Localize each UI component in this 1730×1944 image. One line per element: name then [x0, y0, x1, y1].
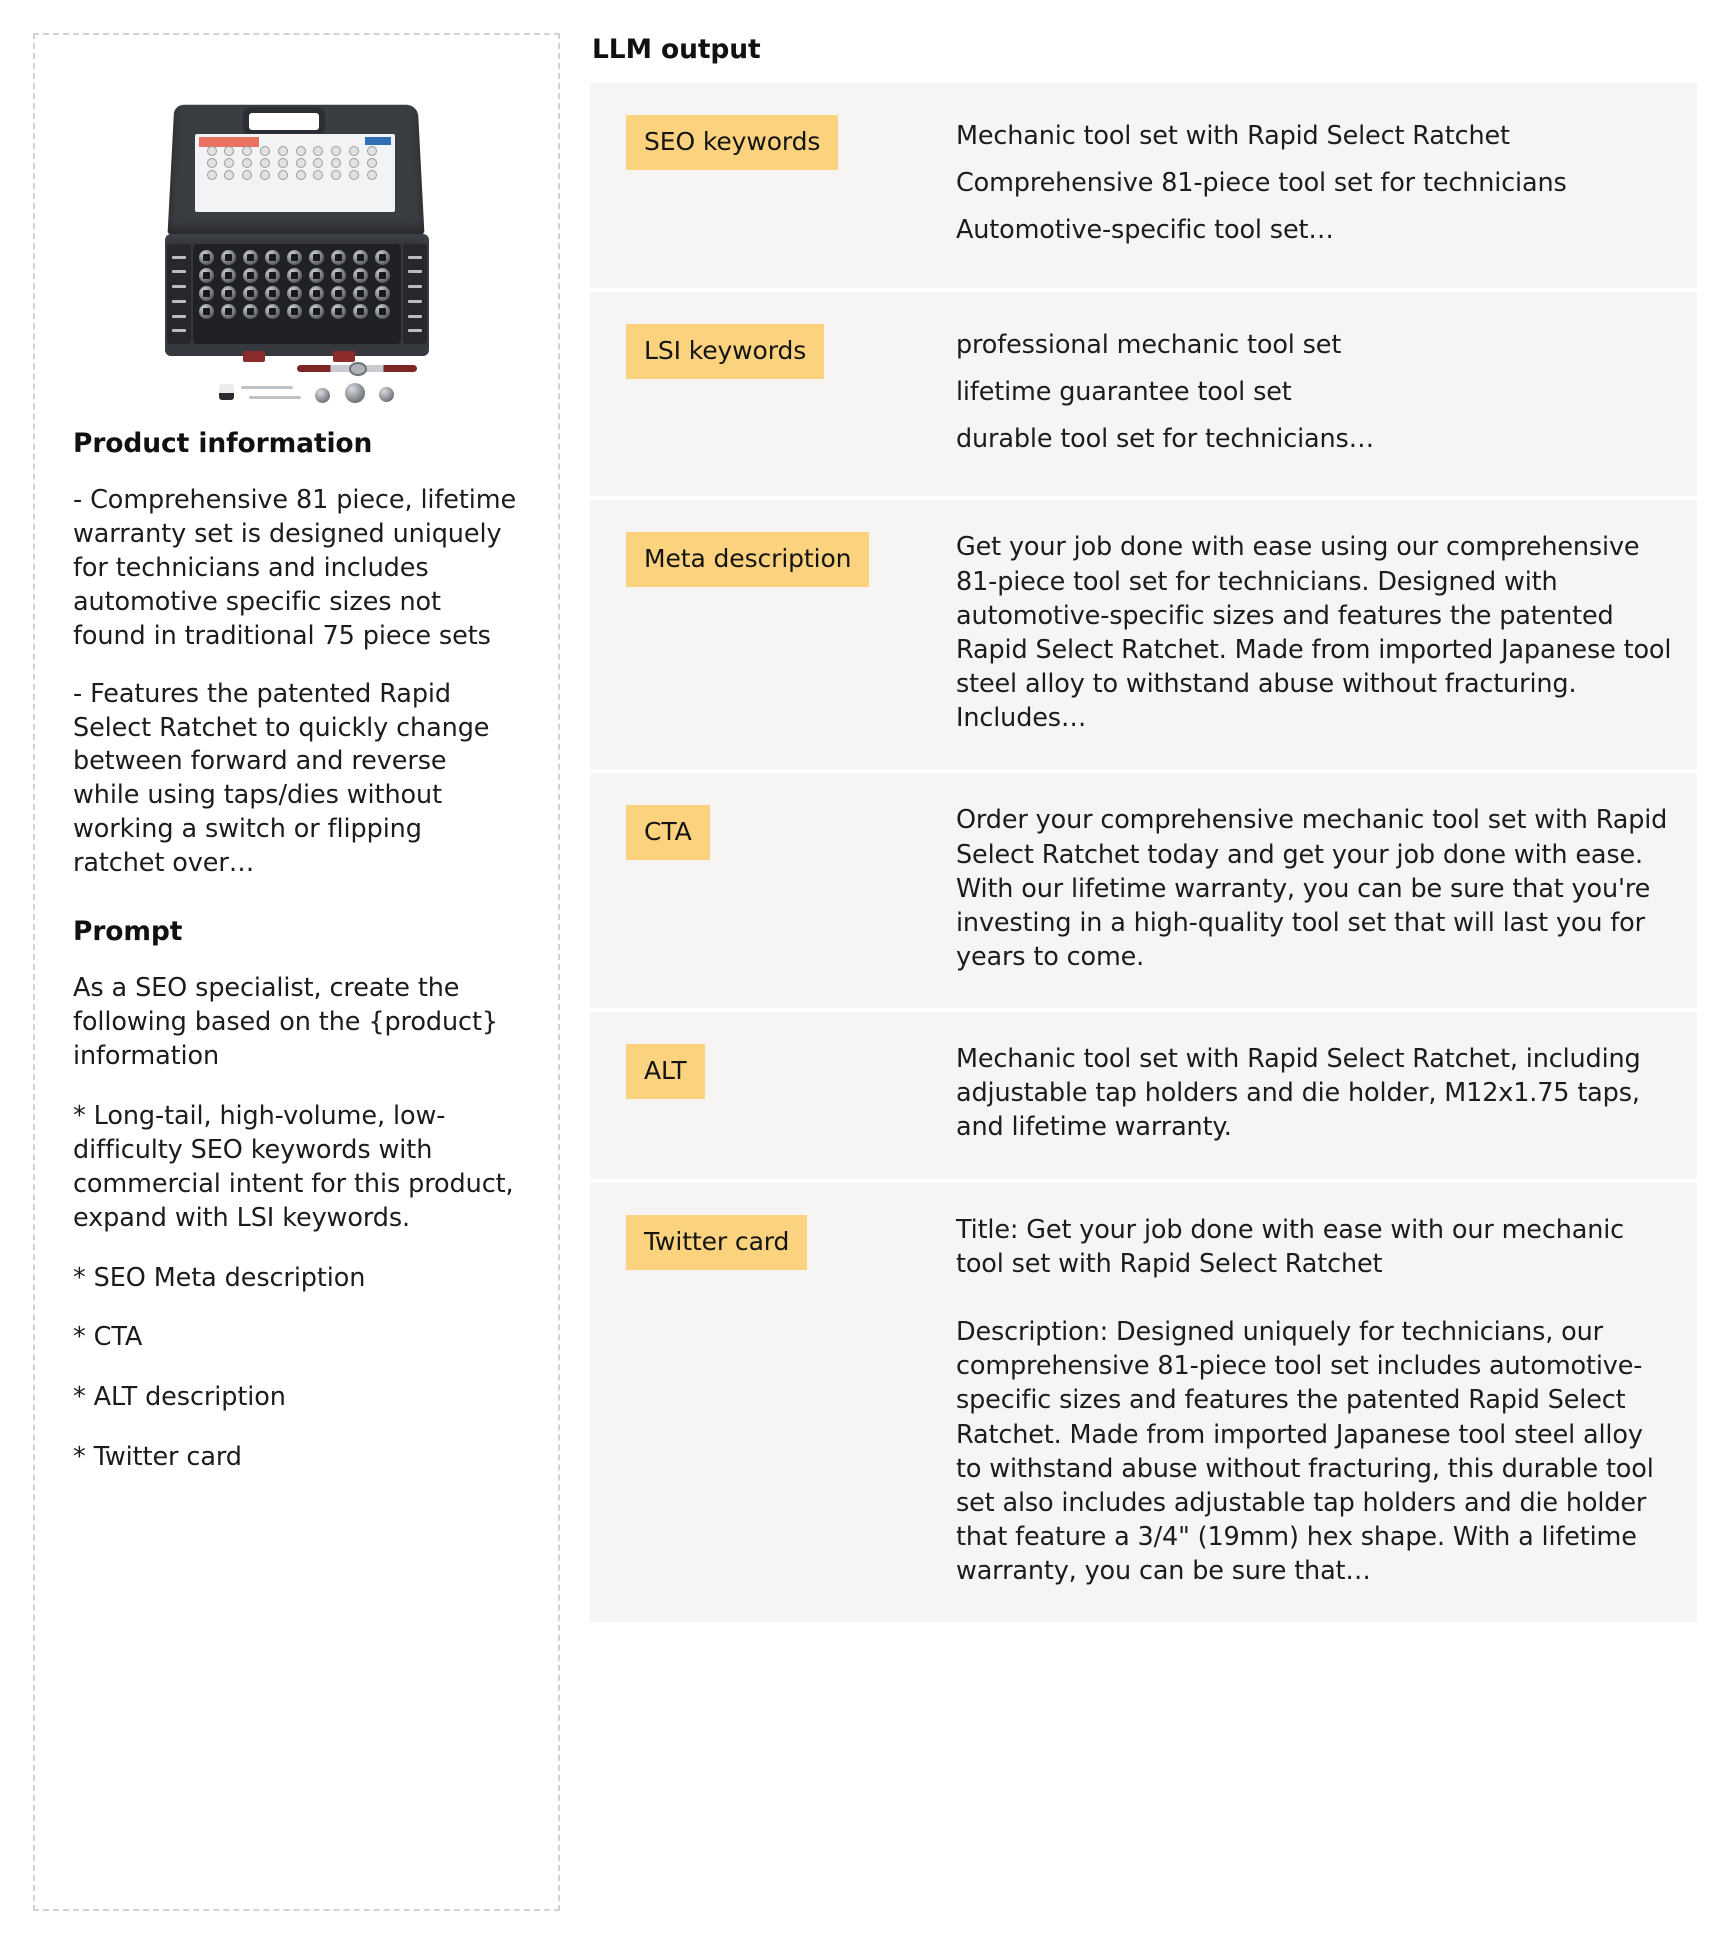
output-row-content: Order your comprehensive mechanic tool s… — [956, 803, 1673, 974]
output-paragraph: Mechanic tool set with Rapid Select Ratc… — [956, 1044, 1641, 1143]
output-row-label-cell: Twitter card — [626, 1213, 956, 1270]
output-row-content: Mechanic tool set with Rapid Select Ratc… — [956, 1042, 1673, 1144]
tool-case-illustration — [147, 94, 447, 403]
output-line: durable tool set for technicians… — [956, 423, 1375, 454]
output-paragraph: Get your job done with ease using our co… — [956, 532, 1672, 734]
output-row-content: Get your job done with ease using our co… — [956, 530, 1673, 735]
product-information-bullet-1: - Comprehensive 81 piece, lifetime warra… — [73, 485, 517, 651]
prompt-line-3: * SEO Meta description — [73, 1262, 366, 1293]
output-row-content: Mechanic tool set with Rapid Select Ratc… — [956, 113, 1673, 254]
llm-output-rows: SEO keywords Mechanic tool set with Rapid… — [590, 83, 1697, 1623]
case-tap-rack-right — [402, 244, 427, 344]
output-row-label-cell: LSI keywords — [626, 322, 956, 379]
prompt-line-1: As a SEO specialist, create the followin… — [73, 973, 498, 1072]
case-latch-right — [332, 351, 355, 362]
prompt-line-5: * ALT description — [73, 1382, 286, 1413]
output-paragraph: Order your comprehensive mechanic tool s… — [956, 805, 1668, 972]
output-row-badge: CTA — [626, 805, 710, 861]
output-line: lifetime guarantee tool set — [956, 376, 1292, 407]
output-paragraph: Title: Get your job done with ease with … — [956, 1214, 1625, 1279]
output-row-content: Title: Get your job done with ease with … — [956, 1213, 1673, 1589]
output-paragraph: Description: Designed uniquely for techn… — [956, 1317, 1654, 1587]
input-panel: Product information - Comprehensive 81 p… — [33, 33, 560, 1911]
output-line: Mechanic tool set with Rapid Select Ratc… — [956, 121, 1510, 151]
llm-output-title: LLM output — [592, 34, 761, 65]
output-line: professional mechanic tool set — [956, 329, 1342, 360]
output-row-badge: ALT — [626, 1044, 705, 1100]
product-information-bullet-2: - Features the patented Rapid Select Rat… — [73, 678, 490, 879]
llm-output-panel: LLM output SEO keywords Mechanic tool set… — [590, 28, 1697, 1623]
prompt-line-4: * CTA — [73, 1322, 143, 1353]
output-row: ALT Mechanic tool set with Rapid Select R… — [590, 1012, 1697, 1179]
output-row: Meta description Get your job done with e… — [590, 500, 1697, 770]
case-latch-left — [242, 351, 265, 362]
output-row-badge: SEO keywords — [626, 115, 839, 170]
page-root: Product information - Comprehensive 81 p… — [0, 0, 1730, 1944]
output-row-label-cell: Meta description — [626, 530, 956, 588]
output-row-badge: Twitter card — [626, 1214, 808, 1270]
rapid-select-ratchet — [296, 362, 417, 376]
output-row: Twitter card Title: Get your job done wit… — [590, 1182, 1697, 1623]
output-line: Automotive-specific tool set… — [956, 214, 1334, 245]
case-die-tray — [192, 244, 401, 344]
output-row-content: professional mechanic tool set lifetime g… — [956, 322, 1673, 463]
product-information-heading: Product information — [73, 428, 373, 459]
prompt-heading: Prompt — [73, 916, 183, 948]
output-row: SEO keywords Mechanic tool set with Rapid… — [590, 83, 1697, 288]
output-row-badge: Meta description — [626, 532, 870, 588]
product-image — [73, 79, 520, 409]
output-row-badge: LSI keywords — [626, 323, 825, 379]
output-row: LSI keywords professional mechanic tool s… — [590, 291, 1697, 497]
case-chart-dots — [206, 146, 383, 204]
loose-accessories — [218, 382, 409, 404]
prompt-line-2: * Long-tail, high-volume, low-difficulty… — [73, 1100, 514, 1233]
case-handle — [242, 107, 325, 136]
case-tap-rack-left — [166, 244, 191, 344]
output-row: CTA Order your comprehensive mechanic too… — [590, 773, 1697, 1009]
prompt-line-6: * Twitter card — [73, 1442, 242, 1473]
output-row-label-cell: SEO keywords — [626, 113, 956, 170]
output-line: Comprehensive 81-piece tool set for tech… — [956, 167, 1567, 198]
output-row-label-cell: ALT — [626, 1042, 956, 1100]
output-row-label-cell: CTA — [626, 803, 956, 861]
